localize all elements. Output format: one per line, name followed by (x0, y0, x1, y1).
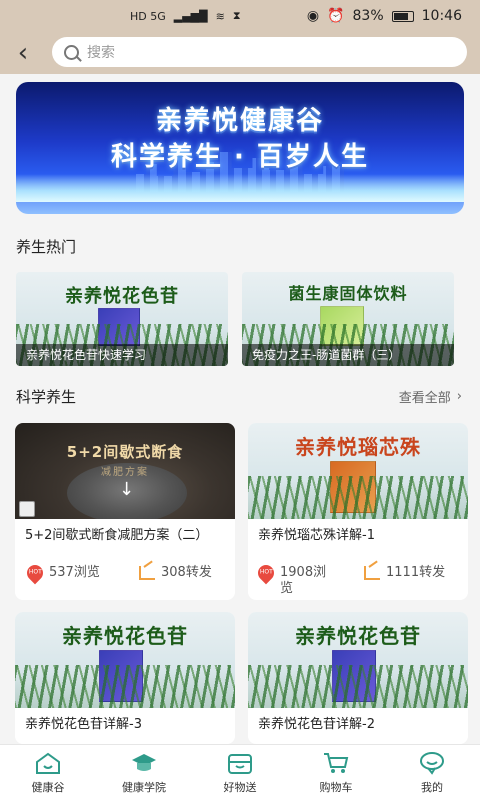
chevron-left-icon[interactable]: ‹ (0, 32, 46, 74)
image-headline: 亲养悦花色苷 (62, 624, 188, 648)
article-card[interactable]: 亲养悦瑙芯殊 亲养悦瑙芯殊详解-1 HOT 1908浏览 1111转发 (248, 423, 468, 600)
clock: 10:46 (421, 8, 462, 24)
article-image: 亲养悦瑙芯殊 (248, 423, 468, 519)
cart-icon (324, 752, 349, 773)
tab-gifts[interactable]: 好物送 (192, 745, 288, 800)
graduation-cap-icon (132, 753, 156, 771)
tab-academy[interactable]: 健康学院 (96, 745, 192, 800)
banner-title: 亲养悦健康谷 (155, 106, 324, 136)
share-icon (139, 566, 155, 580)
top-header: ‹ 搜索 (0, 32, 480, 74)
image-headline: 亲养悦花色苷 (295, 624, 421, 648)
chat-face-icon (420, 751, 444, 775)
article-image: 亲养悦花色苷 (248, 612, 468, 708)
eye-icon: ◉ (306, 8, 320, 24)
article-card[interactable]: 5+2间歇式断食 减肥方案 ↓ 5+2间歇式断食减肥方案（二） HOT 537浏… (15, 423, 235, 600)
product-title: 菌生康固体饮料 (288, 284, 408, 303)
view-all-link[interactable]: 查看全部 › (399, 387, 462, 406)
article-title: 亲养悦花色苷详解-3 (25, 717, 142, 732)
image-headline: 5+2间歇式断食 (66, 443, 184, 461)
image-headline: 亲养悦瑙芯殊 (295, 435, 421, 459)
hot-card[interactable]: 菌生康固体饮料 免疫力之王-肠道菌群（三） (242, 272, 454, 366)
hot-card[interactable]: 亲养悦花色苷 亲养悦花色苷快速学习 (16, 272, 228, 366)
signal-bars-icon: ▂▄▆█ (173, 9, 208, 23)
share-count: 308转发 (139, 565, 212, 581)
banner-subtitle: 科学养生 · 百岁人生 (111, 142, 369, 172)
article-title: 亲养悦花色苷详解-2 (258, 717, 375, 732)
view-all-label: 查看全部 (398, 391, 451, 406)
article-title: 亲养悦瑙芯殊详解-1 (258, 528, 375, 543)
avatar (19, 501, 35, 517)
battery-icon (391, 10, 414, 22)
signal-indicator: HD 5G (130, 9, 166, 23)
view-count: HOT 1908浏览 (254, 561, 334, 597)
tab-cart[interactable]: 购物车 (288, 745, 384, 800)
bottom-tab-bar: 健康谷 健康学院 好物送 购物车 我的 (0, 744, 480, 800)
share-count: 1111转发 (364, 565, 446, 581)
tab-profile[interactable]: 我的 (384, 745, 480, 800)
arrow-down-icon: ↓ (119, 479, 135, 500)
view-count: HOT 537浏览 (23, 561, 100, 585)
battery-percent: 83% (352, 8, 384, 24)
article-title: 5+2间歇式断食减肥方案（二） (25, 528, 209, 543)
search-icon (64, 44, 79, 60)
tab-home[interactable]: 健康谷 (0, 745, 96, 800)
search-input[interactable]: 搜索 (52, 37, 467, 67)
product-title: 亲养悦花色苷 (65, 286, 179, 307)
alarm-icon: ⏰ (327, 8, 345, 24)
article-image: 亲养悦花色苷 (15, 612, 235, 708)
article-card[interactable]: 亲养悦花色苷 亲养悦花色苷详解-3 (15, 612, 235, 744)
status-bar: HD 5G ▂▄▆█ ≋ ⧗ ◉ ⏰ 83% 10:46 (0, 0, 480, 32)
hot-card-caption: 免疫力之王-肠道菌群（三） (242, 344, 454, 366)
section-title-hot: 养生热门 (16, 238, 77, 256)
wifi-icon: ≋ (215, 9, 225, 23)
hot-card-caption: 亲养悦花色苷快速学习 (16, 344, 228, 366)
hero-banner[interactable]: 亲养悦健康谷 科学养生 · 百岁人生 (16, 82, 464, 214)
share-icon (364, 566, 380, 580)
image-subline: 减肥方案 (101, 467, 149, 478)
search-placeholder: 搜索 (87, 45, 115, 61)
section-title-science: 科学养生 (16, 388, 77, 406)
chevron-right-icon: › (456, 389, 462, 404)
article-image: 5+2间歇式断食 减肥方案 ↓ (15, 423, 235, 519)
hot-icon: HOT (254, 561, 278, 585)
gift-box-icon (228, 753, 252, 774)
home-icon (36, 752, 60, 774)
article-card[interactable]: 亲养悦花色苷 亲养悦花色苷详解-2 (248, 612, 468, 744)
hourglass-icon: ⧗ (232, 9, 241, 22)
hot-icon: HOT (23, 561, 47, 585)
